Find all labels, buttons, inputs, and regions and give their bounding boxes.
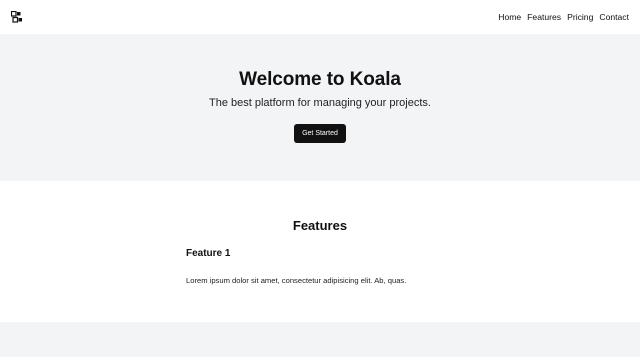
hero-title: Welcome to Koala xyxy=(239,69,401,90)
hero-section: Welcome to Koala The best platform for m… xyxy=(0,34,640,181)
nav-link-contact[interactable]: Contact xyxy=(599,13,629,22)
features-heading: Features xyxy=(292,218,348,233)
hero-subtitle: The best platform for managing your proj… xyxy=(209,97,431,109)
koala-logo-icon[interactable] xyxy=(11,11,23,23)
nav-link-home[interactable]: Home xyxy=(498,13,521,22)
main-nav: Home Features Pricing Contact xyxy=(498,13,629,22)
top-navbar: Home Features Pricing Contact xyxy=(0,0,640,34)
get-started-button[interactable]: Get Started xyxy=(294,124,346,143)
bottom-band xyxy=(0,322,640,357)
features-section: Features Feature 1 Lorem ipsum dolor sit… xyxy=(0,181,640,322)
feature-description: Lorem ipsum dolor sit amet, consectetur … xyxy=(186,276,407,285)
feature-title: Feature 1 xyxy=(186,248,231,259)
nav-link-features[interactable]: Features xyxy=(527,13,561,22)
nav-link-pricing[interactable]: Pricing xyxy=(567,13,593,22)
